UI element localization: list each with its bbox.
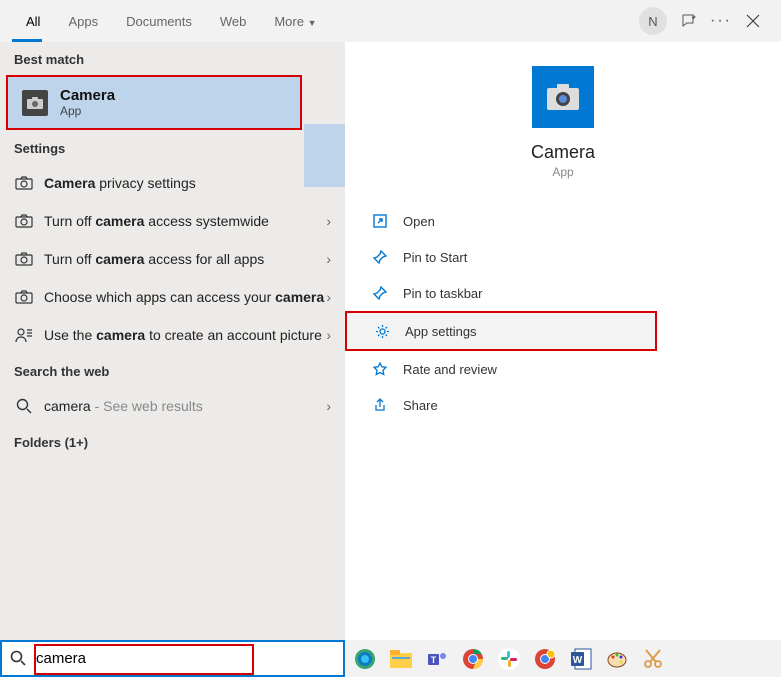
search-icon — [10, 650, 28, 668]
settings-row-privacy[interactable]: Camera privacy settings › — [0, 164, 345, 202]
settings-row-text: Turn off camera access for all apps — [44, 250, 326, 269]
pin-icon — [371, 248, 389, 266]
taskbar-word-icon[interactable]: W — [567, 645, 595, 673]
tab-more[interactable]: More ▼ — [260, 4, 330, 39]
section-best-match: Best match — [0, 42, 345, 75]
star-icon — [371, 360, 389, 378]
section-search-web: Search the web — [0, 354, 345, 387]
taskbar-paint-icon[interactable] — [603, 645, 631, 673]
taskbar-edge-icon[interactable] — [351, 645, 379, 673]
settings-row-account-picture[interactable]: Use the camera to create an account pict… — [0, 316, 345, 354]
action-label: Pin to Start — [403, 250, 467, 265]
action-label: Share — [403, 398, 438, 413]
open-icon — [371, 212, 389, 230]
svg-text:T: T — [431, 655, 437, 665]
action-label: App settings — [405, 324, 477, 339]
settings-row-text: Camera privacy settings — [44, 174, 326, 193]
tab-bar: All Apps Documents Web More ▼ N ··· — [0, 0, 781, 42]
more-options-icon[interactable]: ··· — [705, 5, 737, 37]
best-match-subtitle: App — [60, 104, 115, 118]
search-box[interactable] — [0, 640, 345, 677]
search-icon — [14, 396, 34, 416]
section-settings: Settings — [0, 131, 345, 164]
tab-apps[interactable]: Apps — [54, 4, 112, 39]
action-label: Rate and review — [403, 362, 497, 377]
chevron-right-icon: › — [326, 213, 331, 229]
chevron-right-icon: › — [326, 398, 331, 414]
action-pin-taskbar[interactable]: Pin to taskbar — [345, 275, 781, 311]
web-search-row[interactable]: camera - See web results › — [0, 387, 345, 425]
feedback-icon[interactable] — [673, 5, 705, 37]
action-app-settings[interactable]: App settings — [345, 311, 657, 351]
taskbar-teams-icon[interactable]: T — [423, 645, 451, 673]
tab-documents[interactable]: Documents — [112, 4, 206, 39]
gear-icon — [373, 322, 391, 340]
action-share[interactable]: Share — [345, 387, 781, 423]
app-tile[interactable] — [532, 66, 594, 128]
chevron-right-icon: › — [326, 251, 331, 267]
pin-icon — [371, 284, 389, 302]
tab-web[interactable]: Web — [206, 4, 261, 39]
action-label: Pin to taskbar — [403, 286, 483, 301]
taskbar-chrome2-icon[interactable] — [531, 645, 559, 673]
action-rate[interactable]: Rate and review — [345, 351, 781, 387]
action-pin-start[interactable]: Pin to Start — [345, 239, 781, 275]
chevron-right-icon: › — [326, 327, 331, 343]
settings-row-choose-apps[interactable]: Choose which apps can access your camera… — [0, 278, 345, 316]
taskbar-explorer-icon[interactable] — [387, 645, 415, 673]
action-label: Open — [403, 214, 435, 229]
taskbar-chrome-icon[interactable] — [459, 645, 487, 673]
settings-row-allapps[interactable]: Turn off camera access for all apps › — [0, 240, 345, 278]
share-icon — [371, 396, 389, 414]
camera-outline-icon — [14, 287, 34, 307]
settings-row-text: Turn off camera access systemwide — [44, 212, 326, 231]
taskbar-snip-icon[interactable] — [639, 645, 667, 673]
detail-title: Camera — [531, 142, 595, 163]
section-folders: Folders (1+) — [0, 425, 345, 458]
close-icon[interactable] — [737, 5, 769, 37]
results-pane: Best match Camera App Settings Camera pr… — [0, 42, 345, 640]
action-open[interactable]: Open — [345, 203, 781, 239]
taskbar-slack-icon[interactable] — [495, 645, 523, 673]
settings-row-text: Use the camera to create an account pict… — [44, 326, 326, 345]
camera-outline-icon — [14, 173, 34, 193]
camera-icon — [22, 90, 48, 116]
svg-text:W: W — [573, 655, 583, 666]
best-match-result[interactable]: Camera App — [6, 75, 302, 130]
camera-outline-icon — [14, 211, 34, 231]
taskbar: T W — [0, 640, 781, 677]
detail-pane: Camera App Open Pin to Start Pin to task… — [345, 42, 781, 640]
tab-all[interactable]: All — [12, 4, 54, 39]
web-search-text: camera - See web results — [44, 397, 326, 416]
best-match-title: Camera — [60, 87, 115, 104]
settings-row-text: Choose which apps can access your camera — [44, 288, 326, 307]
user-avatar[interactable]: N — [639, 7, 667, 35]
person-icon — [14, 325, 34, 345]
search-input[interactable] — [36, 650, 335, 667]
camera-outline-icon — [14, 249, 34, 269]
chevron-right-icon: › — [326, 289, 331, 305]
settings-row-systemwide[interactable]: Turn off camera access systemwide › — [0, 202, 345, 240]
detail-subtitle: App — [552, 165, 573, 179]
